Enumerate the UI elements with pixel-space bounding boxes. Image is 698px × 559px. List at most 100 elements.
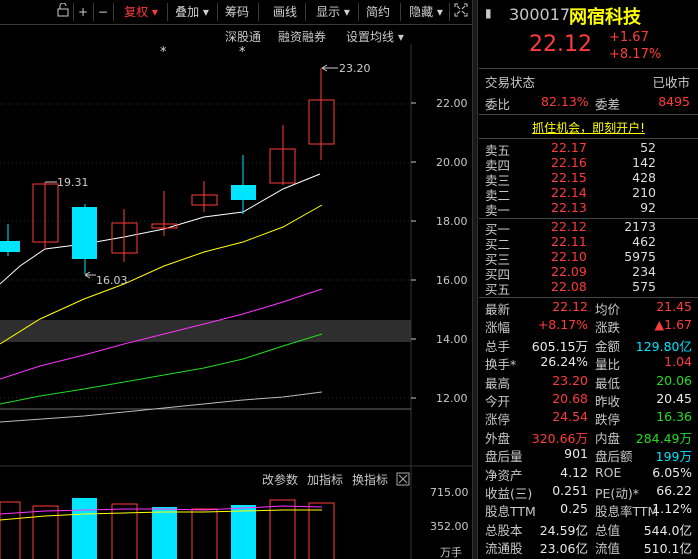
stat-row: 股息TTM 0.25 股息率TTM 1.12% — [479, 501, 698, 519]
stat-label: 涨停 — [485, 412, 511, 428]
margin-trading-link[interactable]: 融资融券 — [278, 28, 326, 45]
zoom-out-button[interactable]: − — [96, 3, 110, 21]
panel-splitter[interactable] — [472, 0, 478, 559]
stat-row: 盘后量 901 盘后额 199万 — [479, 446, 698, 464]
fullscreen-icon[interactable] — [453, 3, 469, 21]
volume-unit: 万手 — [440, 545, 462, 559]
low-label: 16.03 — [96, 274, 128, 287]
stat-value: 66.22 — [656, 483, 692, 498]
candle — [32, 182, 59, 249]
volume-toolbar: 改参数 加指标 换指标 — [262, 472, 388, 487]
stat-label: 换手* — [485, 357, 517, 373]
candle — [191, 181, 218, 212]
stat-value: 20.06 — [656, 372, 692, 388]
kline-chart: 23.20 19.31 16.03 * * 22.00 20.00 18.00 … — [0, 44, 472, 559]
stat-value: 23.06亿 — [539, 541, 588, 557]
weicha-value: 8495 — [658, 94, 690, 109]
hk-connect-link[interactable]: 深股通 — [225, 28, 261, 45]
stat-value: 0.251 — [552, 483, 588, 498]
ma-line-green — [0, 333, 323, 405]
trade-status-label: 交易状态 — [485, 75, 536, 90]
stat-row: 今开 20.68 昨收 20.45 — [479, 391, 698, 409]
stat-label: ROE — [595, 464, 622, 480]
simple-button[interactable]: 简约 — [363, 3, 393, 21]
candle — [269, 125, 296, 185]
stat-label: 内盘 — [595, 430, 621, 446]
stat-value: 20.45 — [656, 391, 692, 406]
star-marker: * — [239, 45, 246, 60]
stat-row: 外盘 320.66万 内盘 284.49万 — [479, 428, 698, 446]
stat-value: 20.68 — [552, 391, 588, 406]
stat-value: 1.12% — [652, 501, 692, 517]
close-icon[interactable] — [396, 472, 410, 486]
stat-label: 盘后量 — [485, 449, 523, 465]
stat-value: 4.12 — [560, 464, 588, 480]
stat-row: 最高 23.20 最低 20.06 — [479, 373, 698, 391]
stat-row: 总股本 24.59亿 总值 544.0亿 — [479, 520, 698, 538]
stat-label: 总值 — [595, 522, 621, 538]
candlesticks — [0, 68, 335, 274]
list-item: 买五 22.08 575 — [485, 279, 656, 297]
stat-label: 流值 — [595, 541, 621, 557]
stat-value: 1.04 — [664, 354, 692, 370]
set-ma-link[interactable]: 设置均线 ▾ — [346, 28, 404, 45]
stat-value: 0.25 — [560, 501, 588, 517]
stat-label: 收益(三) — [485, 486, 533, 501]
overlay-button[interactable]: 叠加 ▾ — [171, 3, 213, 21]
weibi-value: 82.13% — [541, 94, 589, 109]
trade-status-row: 交易状态 已收市 — [479, 72, 698, 90]
stat-label: 总股本 — [485, 522, 523, 538]
stat-row: 换手* 26.24% 量比 1.04 — [479, 354, 698, 372]
stat-label: PE(动)* — [595, 486, 639, 501]
stat-value: 23.20 — [552, 372, 588, 388]
open-account-link[interactable]: 抓住机会，即刻开户! — [479, 119, 698, 136]
chips-button[interactable]: 筹码 — [222, 3, 252, 21]
candle — [72, 204, 97, 274]
add-indicator-button[interactable]: 加指标 — [307, 472, 343, 487]
stat-label: 盘后额 — [595, 449, 633, 465]
menu-icon[interactable]: ▮ — [485, 6, 492, 20]
star-marker: * — [160, 45, 167, 60]
stat-label: 金额 — [595, 338, 621, 354]
quote-panel: ▮ 300017 网宿科技 22.12 +1.67 +8.17% 交易状态 已收… — [479, 0, 698, 559]
stock-change-pct: +8.17% — [609, 47, 662, 62]
stat-row: 最新 22.12 均价 21.45 — [479, 299, 698, 317]
stat-label: 股息TTM — [485, 504, 536, 520]
zoom-in-button[interactable]: + — [76, 3, 90, 21]
stock-code: 300017 — [509, 5, 571, 24]
stat-label: 涨幅 — [485, 320, 511, 336]
stat-value: 22.12 — [552, 299, 588, 314]
price-tick: 16.00 — [436, 274, 468, 287]
stat-label: 最新 — [485, 302, 511, 317]
display-button[interactable]: 显示 ▾ — [312, 3, 354, 21]
stat-row: 涨幅 +8.17% 涨跌 ▲1.67 — [479, 317, 698, 335]
stat-label: 最高 — [485, 375, 511, 391]
switch-indicator-button[interactable]: 换指标 — [352, 472, 388, 487]
weicha-label: 委差 — [595, 97, 621, 112]
high-label: 23.20 — [339, 62, 371, 75]
mid-label: 19.31 — [57, 176, 89, 189]
stat-value: 544.0亿 — [643, 522, 692, 538]
fuquan-button[interactable]: 复权 ▾ — [118, 3, 164, 21]
stat-label: 股息率TTM — [595, 504, 659, 520]
hide-button[interactable]: 隐藏 ▾ — [404, 3, 448, 21]
stat-value: 320.66万 — [531, 430, 588, 446]
stat-label: 今开 — [485, 394, 511, 409]
candle — [0, 224, 20, 256]
stat-value: 605.15万 — [531, 338, 588, 354]
edit-params-button[interactable]: 改参数 — [262, 472, 298, 487]
lock-icon[interactable] — [55, 2, 71, 21]
stat-label: 涨跌 — [595, 320, 621, 336]
draw-line-button[interactable]: 画线 — [270, 3, 300, 21]
stat-value: 284.49万 — [635, 430, 692, 446]
stat-value: 199万 — [655, 449, 692, 465]
stat-label: 净资产 — [485, 467, 523, 483]
price-tick: 12.00 — [436, 392, 468, 405]
stat-label: 昨收 — [595, 394, 621, 409]
stat-value: 129.80亿 — [635, 338, 692, 354]
weibi-row: 委比 82.13% 委差 8495 — [479, 94, 698, 112]
stat-value: 26.24% — [540, 354, 588, 370]
stat-label: 总手 — [485, 338, 511, 354]
stock-price: 22.12 — [529, 32, 592, 57]
candle — [151, 191, 178, 236]
